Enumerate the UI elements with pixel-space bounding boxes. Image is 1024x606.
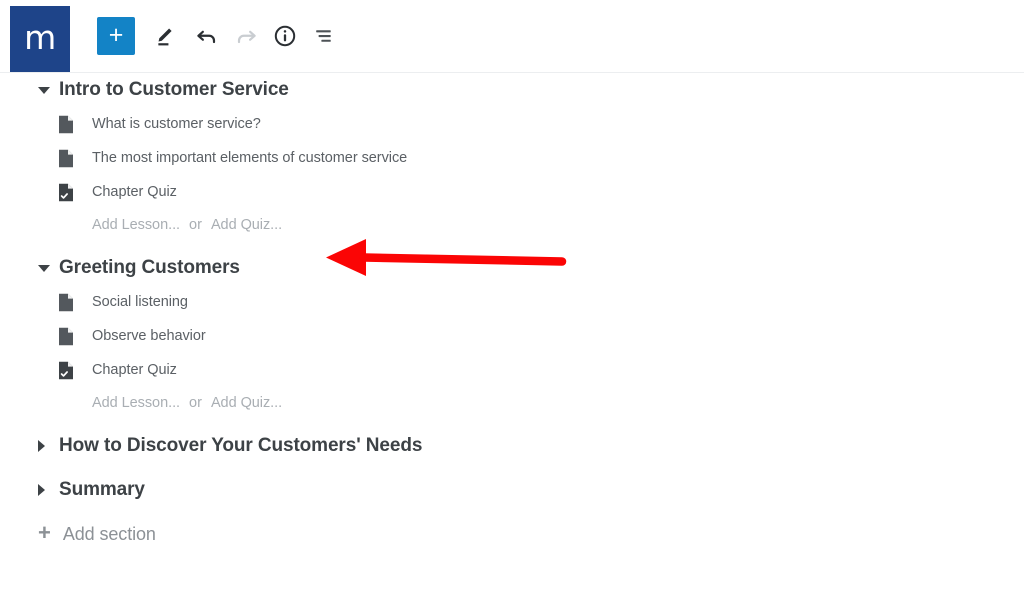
caret-down-icon[interactable] [38,264,50,272]
lesson-document-icon [58,149,74,168]
quiz-item[interactable]: Chapter Quiz [0,175,1024,209]
add-quiz-link[interactable]: Add Quiz... [211,217,282,233]
quiz-document-check-icon [58,183,74,202]
lesson-item[interactable]: The most important elements of customer … [0,141,1024,175]
edit-pencil-button[interactable] [145,17,183,55]
lesson-document-icon [58,115,74,134]
lesson-item[interactable]: Social listening [0,285,1024,319]
caret-right-icon[interactable] [38,440,45,452]
section-summary: Summary [0,473,1024,507]
app-toolbar: m + [0,0,1024,73]
lesson-item[interactable]: Observe behavior [0,319,1024,353]
section-header[interactable]: Intro to Customer Service [0,73,1024,107]
lesson-label: What is customer service? [92,116,261,132]
or-separator: or [189,395,202,411]
section-greeting-customers: Greeting Customers Social listening Obse… [0,251,1024,419]
or-separator: or [189,217,202,233]
caret-right-icon[interactable] [38,484,45,496]
quiz-item[interactable]: Chapter Quiz [0,353,1024,387]
plus-icon: + [38,520,51,545]
section-how-to-discover-needs: How to Discover Your Customers' Needs [0,429,1024,463]
undo-icon [196,30,215,43]
info-button[interactable] [266,17,304,55]
quiz-label: Chapter Quiz [92,184,177,200]
section-header[interactable]: Summary [0,473,1024,507]
course-outline: Intro to Customer Service What is custom… [0,73,1024,551]
caret-down-icon[interactable] [38,86,50,94]
app-logo: m [10,6,70,72]
section-title: How to Discover Your Customers' Needs [59,435,423,456]
add-quiz-link[interactable]: Add Quiz... [211,395,282,411]
lesson-document-icon [58,293,74,312]
collapse-all-button[interactable] [306,17,344,55]
add-button[interactable]: + [97,17,135,55]
lesson-label: Social listening [92,294,188,310]
plus-icon: + [108,20,124,49]
add-content-row: Add Lesson... or Add Quiz... [0,209,1024,241]
add-lesson-link[interactable]: Add Lesson... [92,395,180,411]
lesson-label: Observe behavior [92,328,206,344]
info-icon [274,25,296,47]
section-header[interactable]: How to Discover Your Customers' Needs [0,429,1024,463]
section-title: Summary [59,479,145,500]
section-title: Greeting Customers [59,257,240,278]
lesson-item[interactable]: What is customer service? [0,107,1024,141]
add-lesson-link[interactable]: Add Lesson... [92,217,180,233]
quiz-label: Chapter Quiz [92,362,177,378]
section-title: Intro to Customer Service [59,79,289,100]
edit-pencil-icon [157,27,172,45]
undo-button[interactable] [187,17,225,55]
add-section-button[interactable]: + Add section [0,517,1024,551]
redo-icon [237,30,256,43]
outline-collapse-icon [316,30,331,42]
add-content-row: Add Lesson... or Add Quiz... [0,387,1024,419]
lesson-document-icon [58,327,74,346]
logo-mark: m [24,17,56,57]
section-intro-to-customer-service: Intro to Customer Service What is custom… [0,73,1024,241]
add-section-label: Add section [62,523,156,544]
quiz-document-check-icon [58,361,74,380]
lesson-label: The most important elements of customer … [92,150,408,166]
section-header[interactable]: Greeting Customers [0,251,1024,285]
redo-button[interactable] [227,17,265,55]
